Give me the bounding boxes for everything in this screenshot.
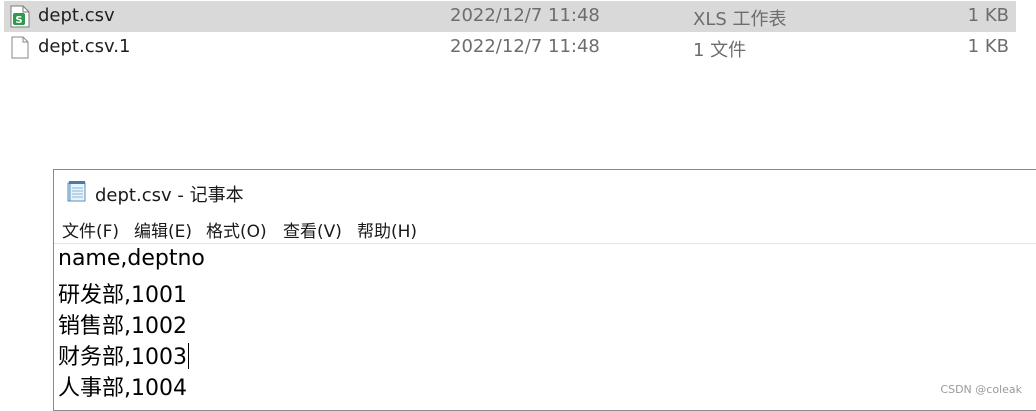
spreadsheet-file-icon: S xyxy=(10,5,30,28)
file-size: 1 KB xyxy=(967,36,1009,57)
file-type: 1 文件 xyxy=(693,40,747,61)
menu-help[interactable]: 帮助(H) xyxy=(356,217,418,242)
notepad-window: dept.csv - 记事本 文件(F) 编辑(E) 格式(O) 查看(V) 帮… xyxy=(53,169,1036,411)
menu-format[interactable]: 格式(O) xyxy=(205,217,268,242)
watermark: CSDN @coleak xyxy=(940,383,1022,396)
file-size: 1 KB xyxy=(967,5,1009,26)
svg-text:S: S xyxy=(15,15,22,26)
menu-view[interactable]: 查看(V) xyxy=(282,217,343,242)
notepad-icon xyxy=(66,180,86,202)
file-row-dept-csv-1[interactable]: dept.csv.1 2022/12/7 11:48 1 文件 1 KB xyxy=(4,32,1016,63)
window-title: dept.csv - 记事本 xyxy=(95,185,244,206)
file-date: 2022/12/7 11:48 xyxy=(450,36,600,57)
menu-edit[interactable]: 编辑(E) xyxy=(133,217,193,242)
file-row-dept-csv[interactable]: S dept.csv 2022/12/7 11:48 XLS 工作表 1 KB xyxy=(4,1,1016,32)
text-editor[interactable]: name,deptno 研发部,1001 销售部,1002 财务部,1003 人… xyxy=(58,246,1036,410)
blank-file-icon xyxy=(10,36,30,59)
menu-file[interactable]: 文件(F) xyxy=(61,217,120,242)
text-line: 人事部,1004 xyxy=(58,376,187,401)
file-date: 2022/12/7 11:48 xyxy=(450,5,600,26)
text-line: 研发部,1001 xyxy=(58,283,187,308)
text-caret xyxy=(187,343,189,369)
file-name: dept.csv xyxy=(38,5,115,26)
menu-bar: 文件(F) 编辑(E) 格式(O) 查看(V) 帮助(H) xyxy=(54,214,1036,244)
text-line-content: 财务部,1003 xyxy=(58,345,187,370)
text-line: name,deptno xyxy=(58,246,205,271)
text-line: 财务部,1003 xyxy=(58,339,189,371)
text-line: 销售部,1002 xyxy=(58,314,187,339)
title-bar[interactable]: dept.csv - 记事本 xyxy=(54,170,1036,212)
file-type: XLS 工作表 xyxy=(693,9,787,30)
file-name: dept.csv.1 xyxy=(38,36,131,57)
